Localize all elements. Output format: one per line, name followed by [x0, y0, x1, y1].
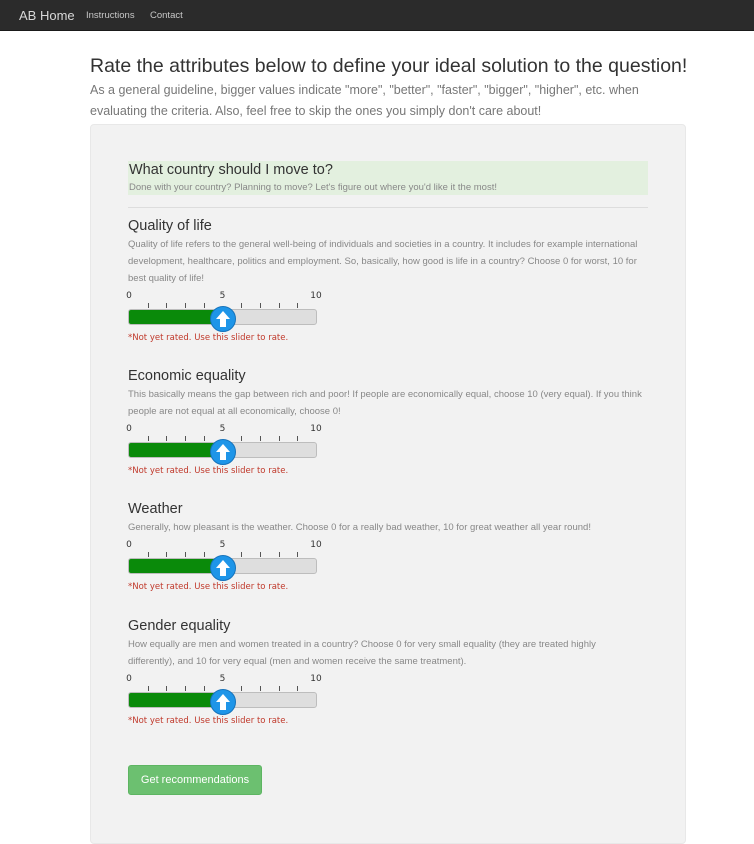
slider-fill — [129, 693, 223, 707]
slider-tick — [203, 686, 205, 691]
rating-panel: What country should I move to? Done with… — [90, 124, 686, 844]
attribute-section-quality-of-life: Quality of life Quality of life refers t… — [126, 217, 648, 343]
tick-label-min: 0 — [126, 674, 132, 684]
tick-label-min: 0 — [126, 540, 132, 550]
slider-tick — [259, 686, 261, 691]
slider-tick — [259, 436, 261, 441]
tick-label-min: 0 — [126, 424, 132, 434]
slider-tick — [147, 303, 149, 308]
attribute-description: Generally, how pleasant is the weather. … — [128, 522, 591, 533]
arrow-up-icon — [215, 444, 230, 460]
nav-link-instructions[interactable]: Instructions — [86, 10, 135, 21]
slider-tick — [259, 303, 261, 308]
slider-fill — [129, 559, 223, 573]
attribute-title: Weather — [128, 501, 183, 517]
slider-tick — [241, 552, 243, 557]
slider-handle[interactable] — [209, 689, 236, 715]
page-title: Rate the attributes below to define your… — [90, 55, 688, 77]
tick-label-mid: 5 — [219, 540, 226, 550]
attribute-description: Quality of life refers to the general we… — [128, 239, 638, 284]
rating-slider[interactable]: 0 5 10 — [126, 674, 322, 715]
slider-tick — [241, 436, 243, 441]
slider-tick — [278, 436, 280, 441]
question-box: What country should I move to? Done with… — [128, 161, 648, 195]
attribute-section-weather: Weather Generally, how pleasant is the w… — [126, 500, 648, 592]
attribute-title: Quality of life — [128, 218, 212, 234]
navbar: AB Home Instructions Contact — [0, 0, 754, 31]
slider-tick — [166, 552, 168, 557]
arrow-up-icon — [215, 311, 230, 327]
intro-text: As a general guideline, bigger values in… — [90, 83, 639, 118]
slider-tick — [147, 552, 149, 557]
attribute-title: Gender equality — [128, 618, 231, 634]
slider-tick — [241, 686, 243, 691]
divider — [128, 207, 648, 208]
slider-tick — [147, 686, 149, 691]
not-rated-warning: *Not yet rated. Use this slider to rate. — [128, 466, 289, 476]
slider-tick — [297, 552, 299, 557]
slider-tick — [278, 686, 280, 691]
nav-link-contact[interactable]: Contact — [150, 10, 183, 21]
tick-label-max: 10 — [310, 291, 322, 301]
arrow-up-icon — [215, 560, 230, 576]
arrow-up-icon — [215, 694, 230, 710]
attribute-description: How equally are men and women treated in… — [128, 639, 596, 667]
tick-label-max: 10 — [310, 424, 322, 434]
slider-tick — [278, 303, 280, 308]
tick-label-mid: 5 — [219, 291, 226, 301]
rating-slider[interactable]: 0 5 10 — [126, 424, 322, 465]
rating-slider[interactable]: 0 5 10 — [126, 291, 322, 332]
slider-tick — [185, 552, 187, 557]
slider-tick — [278, 552, 280, 557]
brand-link[interactable]: AB Home — [19, 8, 75, 23]
slider-tick — [166, 436, 168, 441]
attribute-description: This basically means the gap between ric… — [128, 389, 642, 417]
slider-fill — [129, 310, 223, 324]
tick-label-max: 10 — [310, 540, 322, 550]
not-rated-warning: *Not yet rated. Use this slider to rate. — [128, 716, 289, 726]
slider-tick — [297, 303, 299, 308]
attribute-section-economic-equality: Economic equality This basically means t… — [126, 367, 648, 476]
slider-tick — [297, 686, 299, 691]
tick-label-min: 0 — [126, 291, 132, 301]
slider-tick — [241, 303, 243, 308]
get-recommendations-button[interactable]: Get recommendations — [128, 765, 262, 795]
slider-tick — [185, 436, 187, 441]
attribute-section-gender-equality: Gender equality How equally are men and … — [126, 617, 648, 726]
slider-tick — [147, 436, 149, 441]
slider-tick — [259, 552, 261, 557]
slider-tick — [166, 303, 168, 308]
slider-handle[interactable] — [209, 306, 236, 332]
question-subtitle: Done with your country? Planning to move… — [129, 182, 497, 193]
slider-handle[interactable] — [209, 439, 236, 465]
slider-tick — [203, 436, 205, 441]
rating-slider[interactable]: 0 5 10 — [126, 540, 322, 581]
slider-tick — [166, 686, 168, 691]
slider-tick — [203, 303, 205, 308]
slider-tick — [297, 436, 299, 441]
tick-label-max: 10 — [310, 674, 322, 684]
tick-label-mid: 5 — [219, 424, 226, 434]
slider-tick — [203, 552, 205, 557]
slider-tick — [185, 303, 187, 308]
not-rated-warning: *Not yet rated. Use this slider to rate. — [128, 333, 289, 343]
slider-handle[interactable] — [209, 555, 236, 581]
not-rated-warning: *Not yet rated. Use this slider to rate. — [128, 582, 289, 592]
tick-label-mid: 5 — [219, 674, 226, 684]
question-title: What country should I move to? — [129, 162, 333, 178]
attribute-title: Economic equality — [128, 368, 246, 384]
slider-tick — [185, 686, 187, 691]
slider-fill — [129, 443, 223, 457]
